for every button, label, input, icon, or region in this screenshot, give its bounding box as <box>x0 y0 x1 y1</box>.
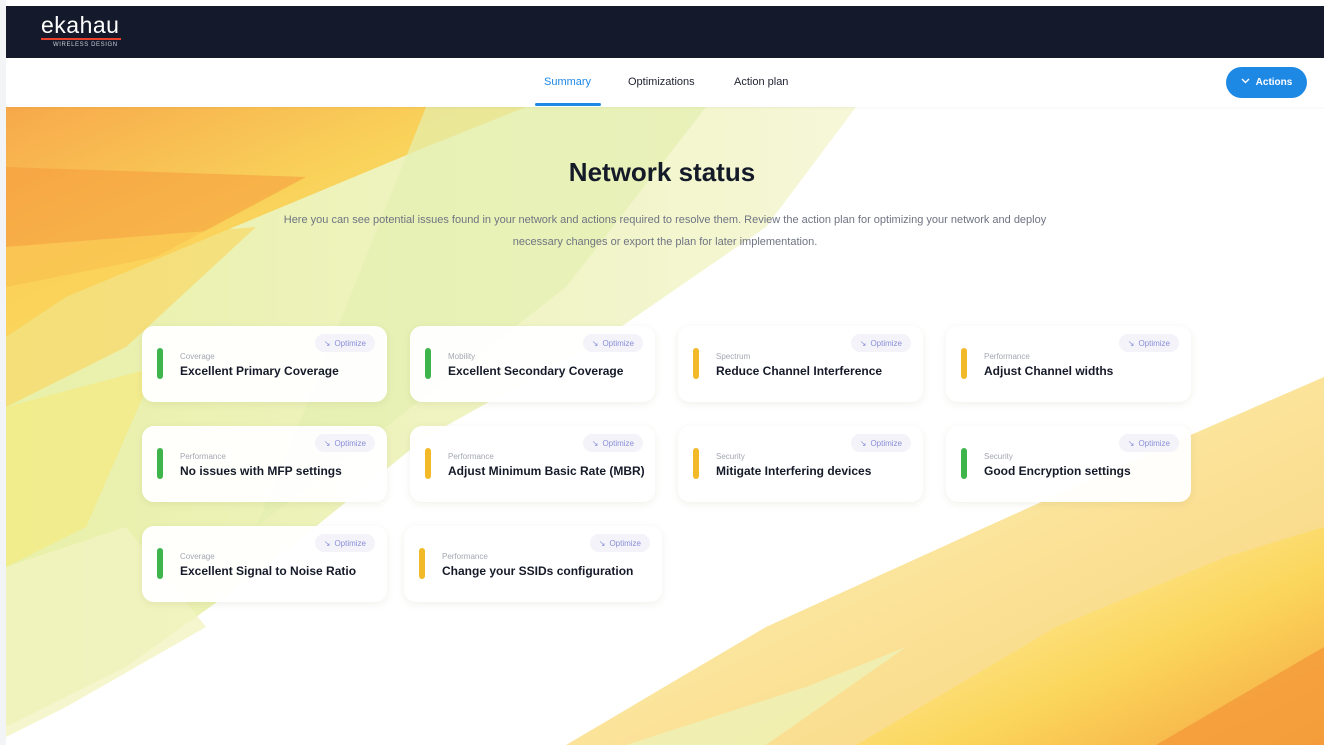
tab-bar: Summary Optimizations Action plan Action… <box>6 58 1324 107</box>
status-indicator <box>157 348 163 379</box>
status-indicator <box>425 348 431 379</box>
card-category: Spectrum <box>716 352 751 361</box>
optimize-button[interactable]: ↘ Optimize <box>314 534 375 552</box>
optimization-card[interactable]: Performance No issues with MFP settings … <box>142 426 387 502</box>
card-title: Good Encryption settings <box>984 464 1131 478</box>
card-category: Mobility <box>448 352 476 361</box>
card-title: Reduce Channel Interference <box>716 364 883 378</box>
optimize-button[interactable]: ↘ Optimize <box>589 534 650 552</box>
status-indicator <box>157 448 163 479</box>
card-title: Adjust Channel widths <box>984 364 1114 378</box>
app-header: ekahau WIRELESS DESIGN <box>6 6 1324 58</box>
card-title: Change your SSIDs configuration <box>442 564 634 578</box>
status-indicator <box>425 448 431 479</box>
logo-underline <box>41 38 121 40</box>
optimization-card[interactable]: Mobility Excellent Secondary Coverage ↘ O… <box>410 326 655 402</box>
arrow-icon: ↘ <box>1127 438 1135 448</box>
optimization-card[interactable]: Performance Adjust Channel widths ↘ Optim… <box>946 326 1191 402</box>
card-title: Excellent Signal to Noise Ratio <box>180 564 357 578</box>
optimization-card[interactable]: Coverage Excellent Signal to Noise Ratio… <box>142 526 387 602</box>
optimize-button[interactable]: ↘ Optimize <box>850 334 911 352</box>
status-indicator <box>961 348 967 379</box>
status-indicator <box>961 448 967 479</box>
optimize-button[interactable]: ↘ Optimize <box>582 334 643 352</box>
card-category: Coverage <box>180 552 215 561</box>
arrow-icon: ↘ <box>1127 338 1135 348</box>
page-description: Here you can see potential issues found … <box>283 214 1047 248</box>
optimize-label: Optimize <box>334 538 366 548</box>
card-title: No issues with MFP settings <box>180 464 342 478</box>
optimize-label: Optimize <box>602 338 634 348</box>
card-category: Security <box>716 452 745 461</box>
optimize-label: Optimize <box>1138 438 1170 448</box>
card-title: Excellent Secondary Coverage <box>448 364 624 378</box>
status-indicator <box>693 448 699 479</box>
arrow-icon: ↘ <box>323 538 331 548</box>
top-strip <box>0 0 1324 6</box>
optimization-card[interactable]: Security Good Encryption settings ↘ Optim… <box>946 426 1191 502</box>
ekahau-logo[interactable]: ekahau WIRELESS DESIGN <box>41 13 121 48</box>
logo-wordmark: ekahau <box>41 12 120 38</box>
page-title: Network status <box>568 157 756 187</box>
optimize-button[interactable]: ↘ Optimize <box>850 434 911 452</box>
arrow-icon: ↘ <box>591 438 599 448</box>
status-indicator <box>157 548 163 579</box>
optimize-button[interactable]: ↘ Optimize <box>314 434 375 452</box>
chevron-down-icon <box>1241 77 1250 86</box>
optimization-card[interactable]: Security Mitigate Interfering devices ↘ O… <box>678 426 923 502</box>
card-title: Excellent Primary Coverage <box>180 364 339 378</box>
optimization-card[interactable]: Spectrum Reduce Channel Interference ↘ Op… <box>678 326 923 402</box>
optimize-button[interactable]: ↘ Optimize <box>1118 434 1179 452</box>
tab-action-plan[interactable]: Action plan <box>734 76 788 88</box>
card-category: Performance <box>180 452 226 461</box>
optimize-label: Optimize <box>870 438 902 448</box>
card-title: Mitigate Interfering devices <box>716 464 872 478</box>
actions-button-label: Actions <box>1255 77 1293 88</box>
arrow-icon: ↘ <box>591 338 599 348</box>
card-category: Performance <box>984 352 1030 361</box>
arrow-icon: ↘ <box>859 338 867 348</box>
optimization-card[interactable]: Performance Change your SSIDs configurat… <box>404 526 662 602</box>
card-category: Performance <box>448 452 494 461</box>
left-strip <box>0 0 6 745</box>
actions-button[interactable]: Actions <box>1226 67 1307 98</box>
arrow-icon: ↘ <box>859 438 867 448</box>
optimize-button[interactable]: ↘ Optimize <box>582 434 643 452</box>
tab-optimizations[interactable]: Optimizations <box>628 76 695 88</box>
optimize-label: Optimize <box>609 538 641 548</box>
card-title: Adjust Minimum Basic Rate (MBR) <box>448 464 645 478</box>
optimize-label: Optimize <box>334 438 366 448</box>
optimization-card[interactable]: Coverage Excellent Primary Coverage ↘ Opt… <box>142 326 387 402</box>
arrow-icon: ↘ <box>323 338 331 348</box>
optimize-button[interactable]: ↘ Optimize <box>314 334 375 352</box>
optimization-card[interactable]: Performance Adjust Minimum Basic Rate (M… <box>410 426 655 502</box>
card-category: Coverage <box>180 352 215 361</box>
active-tab-indicator <box>535 103 601 106</box>
status-indicator <box>693 348 699 379</box>
status-indicator <box>419 548 425 579</box>
logo-subtitle: WIRELESS DESIGN <box>53 42 118 48</box>
arrow-icon: ↘ <box>323 438 331 448</box>
card-category: Security <box>984 452 1013 461</box>
tab-summary[interactable]: Summary <box>544 76 591 88</box>
optimize-label: Optimize <box>1138 338 1170 348</box>
optimize-button[interactable]: ↘ Optimize <box>1118 334 1179 352</box>
optimize-label: Optimize <box>602 438 634 448</box>
optimize-label: Optimize <box>870 338 902 348</box>
optimize-label: Optimize <box>334 338 366 348</box>
card-category: Performance <box>442 552 488 561</box>
arrow-icon: ↘ <box>598 538 606 548</box>
